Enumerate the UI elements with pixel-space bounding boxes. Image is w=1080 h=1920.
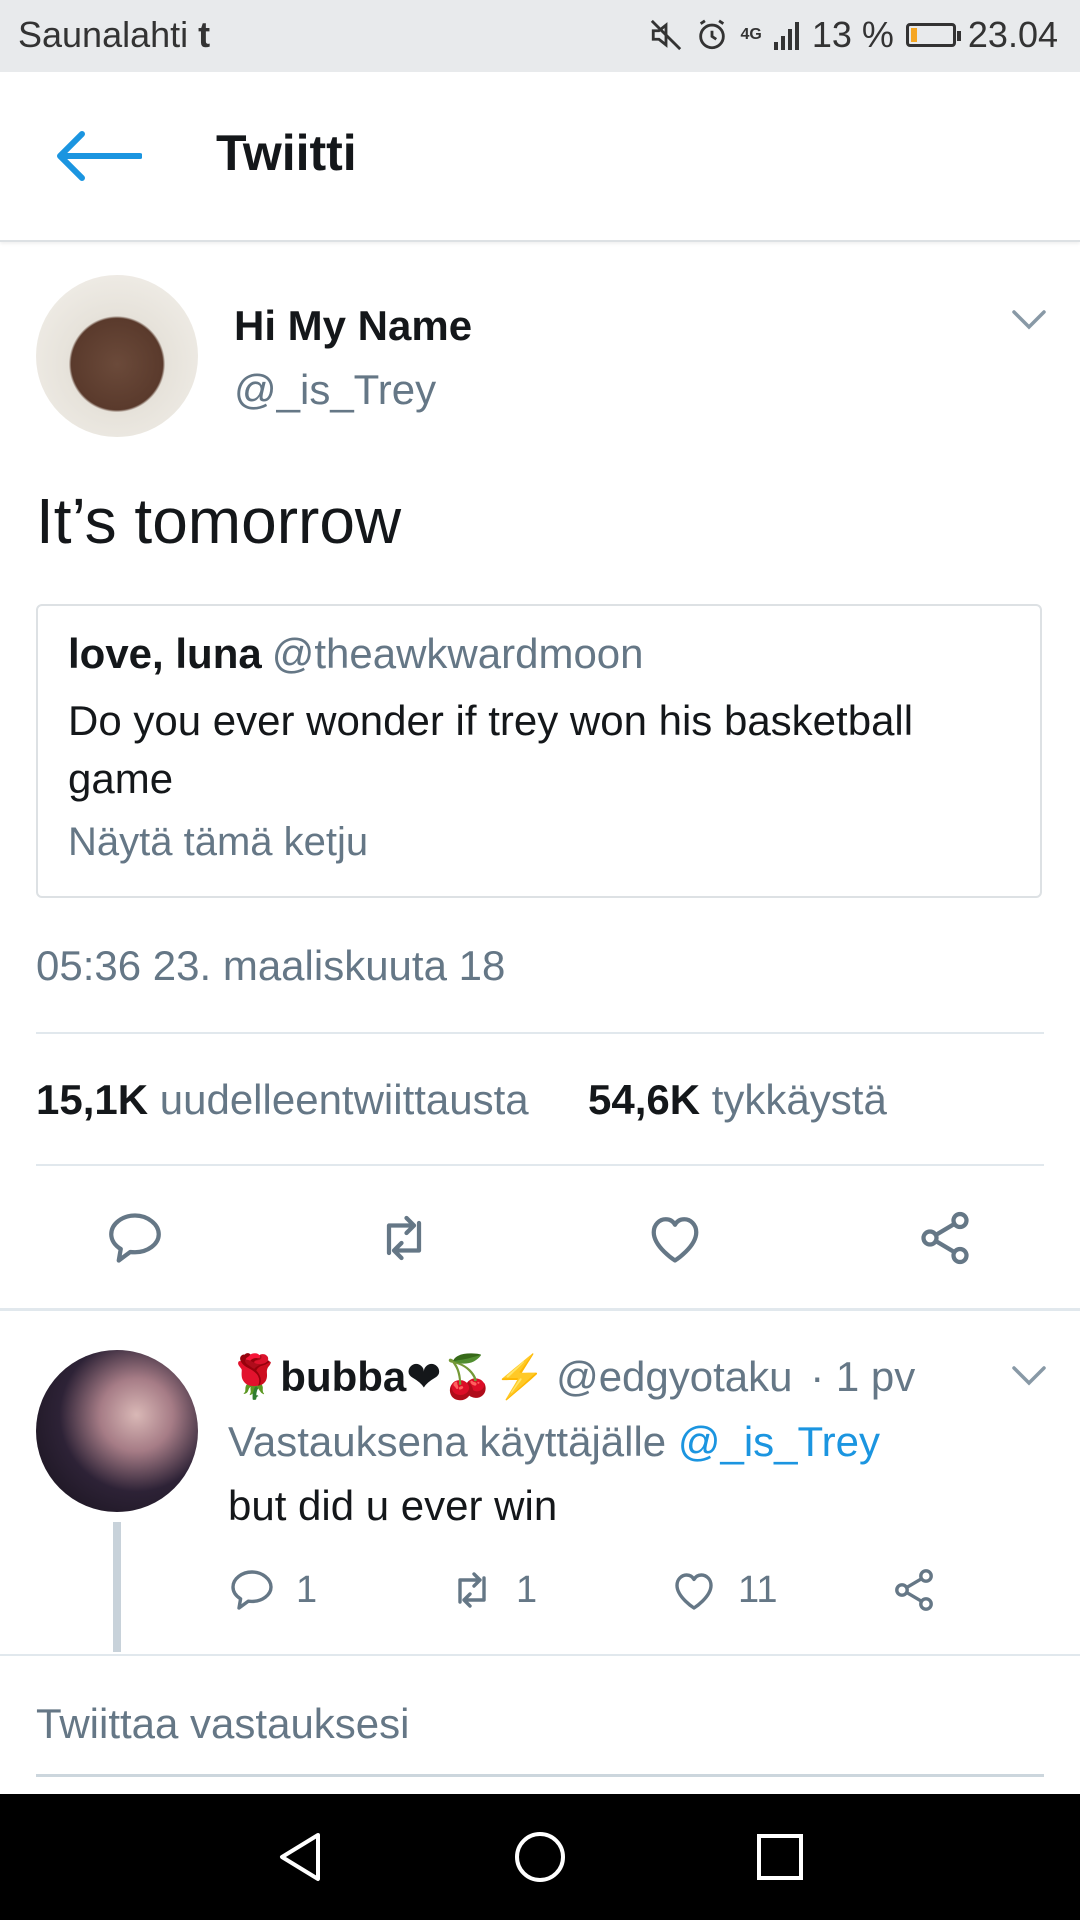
app-header: Twiitti (0, 72, 1080, 242)
status-left: Saunalahti t (18, 14, 210, 56)
quoted-name: love, luna (68, 630, 262, 677)
recents-nav-icon[interactable] (750, 1827, 810, 1887)
alarm-icon (698, 19, 725, 50)
carrier-name: Saunalahti (18, 14, 189, 55)
reply-name-emoji: 🌹 (228, 1353, 281, 1400)
reply-reply-action[interactable]: 1 (228, 1566, 317, 1614)
battery-icon (905, 23, 961, 47)
network-type: 4G (740, 26, 762, 43)
replying-to-label: Vastauksena käyttäjälle (228, 1418, 667, 1465)
quoted-handle: @theawkwardmoon (271, 630, 644, 677)
share-icon[interactable] (915, 1208, 975, 1268)
retweet-icon[interactable] (374, 1208, 434, 1268)
author-handle[interactable]: @_is_Trey (234, 366, 436, 414)
likes-label[interactable]: tykkäystä (712, 1076, 887, 1123)
chevron-down-icon[interactable] (1012, 1366, 1046, 1386)
quoted-text: Do you ever wonder if trey won his baske… (68, 697, 914, 802)
tweet-stats: 15,1K uudelleentwiittausta 54,6K tykkäys… (36, 1076, 887, 1124)
author-avatar[interactable] (36, 275, 198, 437)
thread-line (113, 1522, 121, 1652)
compose-underline (36, 1774, 1044, 1777)
signal-icon (773, 22, 799, 50)
status-right: 4G 13 % 23.04 (649, 14, 1058, 56)
replying-to-mention[interactable]: @_is_Trey (678, 1418, 880, 1465)
reply-share-action[interactable] (890, 1566, 938, 1614)
reply-icon[interactable] (105, 1208, 165, 1268)
section-divider (0, 1308, 1080, 1311)
reply-icon[interactable] (228, 1566, 276, 1614)
retweet-icon[interactable] (448, 1566, 496, 1614)
battery-percent: 13 % (811, 14, 894, 55)
reply-retweet-action[interactable]: 1 (448, 1566, 537, 1614)
divider (36, 1164, 1044, 1166)
chevron-down-icon[interactable] (1012, 310, 1046, 330)
battery-level (910, 28, 917, 42)
reply-like-action[interactable]: 11 (670, 1566, 777, 1614)
reply-name-emojis: ❤🍒⚡ (406, 1353, 547, 1400)
retweets-label[interactable]: uudelleentwiittausta (160, 1076, 529, 1123)
arrow-left-icon[interactable] (52, 130, 142, 182)
reply-header: 🌹bubba❤🍒⚡ @edgyotaku · 1 pv (228, 1352, 915, 1402)
share-icon[interactable] (890, 1566, 938, 1614)
mute-icon (650, 19, 681, 51)
status-bar: Saunalahti t 4G 13 % 23.04 (0, 0, 1080, 72)
clock: 23.04 (967, 14, 1058, 55)
show-thread-link[interactable]: Näytä tämä ketju (68, 820, 368, 865)
divider (0, 1654, 1080, 1656)
reply-time: · 1 pv (810, 1353, 916, 1400)
replying-to: Vastauksena käyttäjälle @_is_Trey (228, 1418, 880, 1466)
like-count: 11 (738, 1568, 778, 1611)
back-nav-icon[interactable] (270, 1827, 330, 1887)
tumblr-icon: t (198, 14, 211, 55)
system-nav-bar (0, 1794, 1080, 1920)
reply-display-name[interactable]: bubba (280, 1353, 406, 1400)
reply-handle[interactable]: @edgyotaku (556, 1353, 792, 1400)
likes-count[interactable]: 54,6K (588, 1076, 700, 1123)
like-icon[interactable] (670, 1566, 718, 1614)
author-display-name[interactable]: Hi My Name (234, 302, 472, 350)
quoted-tweet[interactable]: love, luna @theawkwardmoon Do you ever wo… (36, 604, 1042, 898)
tweet-text: It’s tomorrow (36, 485, 402, 557)
reply-text: but did u ever win (228, 1482, 558, 1529)
reply-count: 1 (296, 1568, 318, 1611)
like-icon[interactable] (645, 1208, 705, 1268)
quoted-author: love, luna @theawkwardmoon (68, 630, 644, 678)
reply-compose-input[interactable]: Twiittaa vastauksesi (36, 1700, 410, 1748)
divider (36, 1032, 1044, 1034)
retweets-count[interactable]: 15,1K (36, 1076, 148, 1123)
reply-avatar[interactable] (36, 1350, 198, 1512)
home-nav-icon[interactable] (510, 1827, 570, 1887)
page-title: Twiitti (216, 125, 357, 181)
retweet-count: 1 (516, 1568, 538, 1611)
tweet-timestamp: 05:36 23. maaliskuuta 18 (36, 942, 506, 989)
